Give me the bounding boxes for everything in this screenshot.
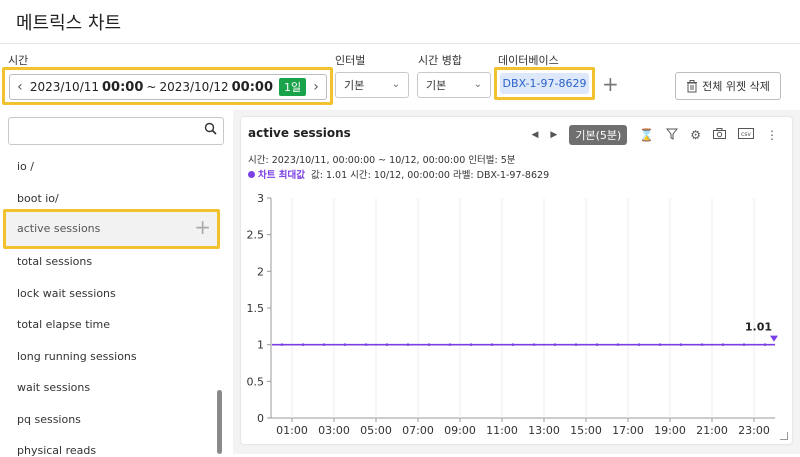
series-point [407,343,409,346]
time-to-date: 2023/10/12 [159,80,229,94]
list-item[interactable]: long running sessions [17,350,137,363]
time-range-highlight: ‹ 2023/10/11 00:00 ~ 2023/10/12 00:00 1일… [2,67,333,105]
x-tick-label: 09:00 [444,424,476,437]
chevron-down-icon: ⌄ [391,79,400,90]
series-point [512,343,514,346]
x-tick-label: 19:00 [654,424,686,437]
x-tick-label: 01:00 [276,424,308,437]
list-item[interactable]: io / [17,160,34,173]
series-point [617,343,619,346]
title-bar: 메트릭스 차트 [0,0,800,44]
add-database-button[interactable]: + [602,72,619,96]
resize-handle[interactable] [780,432,788,440]
time-tilde: ~ [146,80,157,94]
max-marker [770,335,778,342]
y-tick-label: 2.5 [247,229,265,242]
series-point [428,343,430,346]
merge-label: 시간 병합 [418,54,462,67]
chart-widget: active sessions ◀ ▶ 기본(5분) ⌛ ⚙ csv ⋮ 시간:… [241,117,792,444]
chevron-left-icon[interactable]: ‹ [10,79,30,95]
series-point [323,343,325,346]
interval-value: 기본 [344,79,365,92]
series-point [764,343,766,346]
x-tick-label: 13:00 [528,424,560,437]
series-point [701,343,703,346]
delete-all-widgets-button[interactable]: 전체 위젯 삭제 [675,72,781,100]
series-point [281,343,283,346]
time-range-picker[interactable]: ‹ 2023/10/11 00:00 ~ 2023/10/12 00:00 1일… [9,74,327,100]
list-item-selected[interactable]: active sessions + [3,209,220,249]
series-point [449,343,451,346]
list-item[interactable]: boot io/ [17,192,59,205]
line-chart[interactable]: 0 0.5 1 1.5 2 2.5 3 01:00 03:00 05:00 07:00 09:00 11… [241,117,792,444]
series-point [365,343,367,346]
x-tick-label: 23:00 [738,424,770,437]
series-point [491,343,493,346]
time-from-hm: 00:00 [102,79,144,95]
series-point [659,343,661,346]
list-item[interactable]: total sessions [17,255,92,268]
list-item-label: active sessions [17,222,101,235]
series-point [386,343,388,346]
chevron-right-icon[interactable]: › [306,79,326,95]
scrollbar[interactable] [217,390,222,454]
database-label: 데이터베이스 [498,54,559,67]
time-to-hm: 00:00 [231,79,274,95]
series-point [533,343,535,346]
interval-select[interactable]: 기본 ⌄ [335,72,409,98]
database-highlight: DBX-1-97-8629 [494,67,595,100]
x-tick-label: 03:00 [318,424,350,437]
series-point [743,343,745,346]
delete-all-label: 전체 위젯 삭제 [702,80,770,93]
series-point [344,343,346,346]
metric-list-panel: io / boot io/ active sessions + total se… [0,110,232,457]
y-tick-label: 1 [257,339,264,352]
series-point [638,343,640,346]
series-point [302,343,304,346]
time-label: 시간 [8,54,29,67]
list-item[interactable]: total elapse time [17,318,110,331]
x-tick-label: 11:00 [486,424,518,437]
series-point [596,343,598,346]
x-tick-label: 07:00 [402,424,434,437]
x-tick-label: 05:00 [360,424,392,437]
list-item[interactable]: wait sessions [17,381,90,394]
page-title: 메트릭스 차트 [16,13,122,34]
merge-value: 기본 [426,79,447,92]
plus-icon[interactable]: + [194,215,211,239]
list-item[interactable]: lock wait sessions [17,287,116,300]
max-value-label: 1.01 [745,321,772,334]
series-point [554,343,556,346]
list-item[interactable]: pq sessions [17,413,81,426]
x-tick-label: 21:00 [696,424,728,437]
y-tick-label: 0 [257,412,264,425]
merge-select[interactable]: 기본 ⌄ [417,72,491,98]
x-tick-label: 15:00 [570,424,602,437]
time-from-date: 2023/10/11 [29,80,100,94]
search-input[interactable] [8,117,224,145]
y-tick-label: 1.5 [247,302,265,315]
trash-icon [687,79,698,92]
x-tick-label: 17:00 [612,424,644,437]
interval-label: 인터벌 [335,54,366,67]
series-point [722,343,724,346]
series-point [575,343,577,346]
list-item[interactable]: physical reads [17,444,96,457]
y-tick-label: 2 [257,265,264,278]
series-point [680,343,682,346]
search-icon[interactable] [204,122,217,139]
y-tick-label: 0.5 [247,375,265,388]
y-tick-label: 3 [257,192,264,205]
database-chip[interactable]: DBX-1-97-8629 [500,73,589,94]
series-point [470,343,472,346]
chevron-down-icon: ⌄ [473,79,482,90]
range-badge[interactable]: 1일 [279,78,307,96]
